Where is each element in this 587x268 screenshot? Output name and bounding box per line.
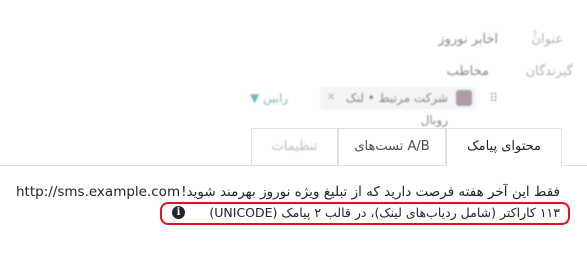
tab-ab-tests[interactable]: تست‌های A/B (338, 128, 446, 165)
tab-label: تنظیمات (271, 139, 318, 154)
recipient-tag-label: شرکت مرتبط • لنک روبال (345, 91, 448, 127)
avatar (456, 90, 472, 106)
help-icon: ? (532, 30, 537, 40)
recipients-filter: ▼ رابین ⠿ ✕ شرکت مرتبط • لنک روبال (240, 87, 498, 127)
form-header: عنوان ? اخابر نوروز گیرندگان مخاطب ▼ راب… (0, 0, 587, 128)
info-icon: i (172, 206, 185, 219)
character-counter: ۱۱۳ کاراکتر (شامل ردیاب‌های لینک)، در قا… (209, 205, 560, 220)
tab-sms-content[interactable]: محتوای پیامک (446, 128, 562, 166)
tab-label: تست‌های A/B (354, 139, 430, 154)
more-link[interactable]: ▼ رابین (250, 87, 288, 109)
subject-value[interactable]: اخابر نوروز (438, 32, 498, 47)
sms-body-text: فقط این آخر هفته فرصت دارید که از تبلیغ … (181, 184, 560, 200)
tab-label: محتوای پیامک (466, 139, 541, 154)
close-icon[interactable]: ✕ (327, 87, 335, 109)
drag-handle-icon[interactable]: ⠿ (489, 87, 498, 109)
sms-url: http://sms.example.com (16, 184, 181, 200)
recipients-model[interactable]: مخاطب (447, 64, 489, 79)
tab-settings[interactable]: تنظیمات (251, 128, 338, 165)
recipient-tag[interactable]: ✕ شرکت مرتبط • لنک روبال (320, 87, 476, 127)
recipients-label: گیرندگان (525, 64, 573, 79)
